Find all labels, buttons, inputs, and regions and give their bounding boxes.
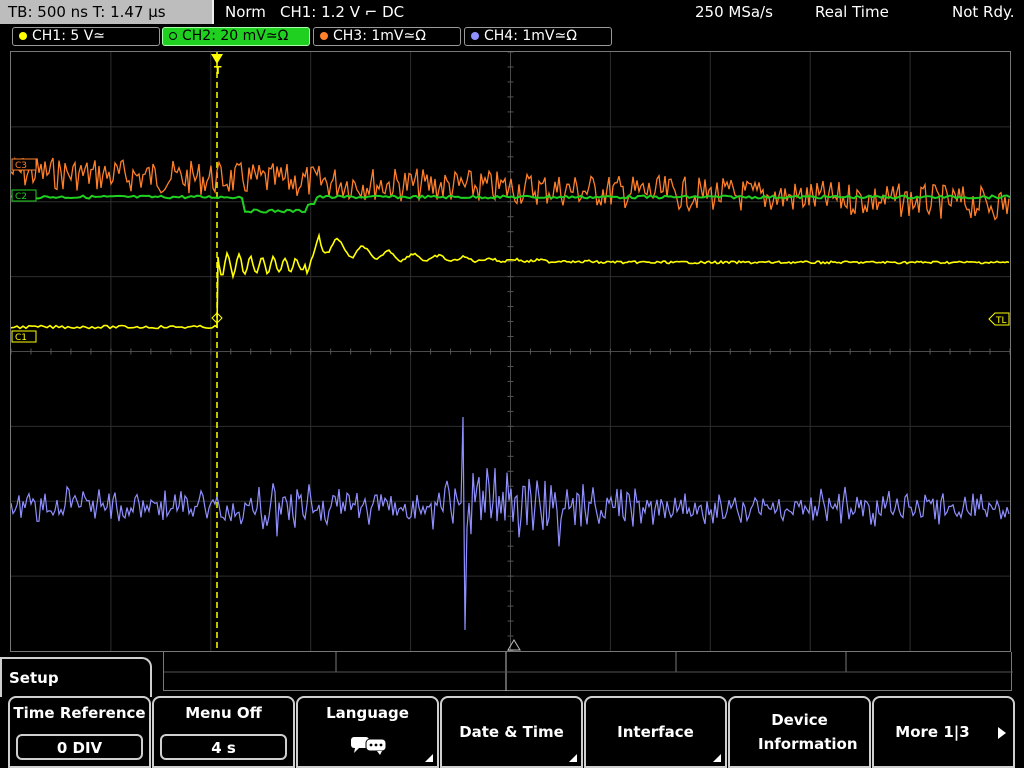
- info-strip: [163, 652, 1013, 691]
- trigger-level-label: TL: [995, 316, 1007, 326]
- ch3-dot-icon: [320, 32, 328, 40]
- next-page-arrow-icon: [998, 727, 1006, 739]
- acquisition-state: Not Rdy.: [952, 3, 1015, 21]
- ch2-offset-marker: C2: [11, 189, 37, 202]
- date-time-softkey[interactable]: Date & Time: [440, 696, 583, 768]
- info-strip-grid: [164, 652, 1013, 691]
- menu-off-value[interactable]: 4 s: [160, 734, 287, 760]
- ch2-offset-label: C2: [15, 192, 27, 202]
- timebase-readout[interactable]: TB: 500 ns T: 1.47 µs: [0, 0, 214, 24]
- menu-title-tab: Setup: [0, 657, 152, 697]
- time-reference-label: Time Reference: [13, 704, 146, 722]
- device-information-softkey[interactable]: Device Information: [728, 696, 871, 768]
- submenu-corner-icon: [713, 754, 721, 762]
- interface-softkey[interactable]: Interface: [584, 696, 727, 768]
- language-icon: [351, 737, 387, 755]
- submenu-corner-icon: [569, 754, 577, 762]
- menu-off-softkey[interactable]: Menu Off 4 s: [152, 696, 295, 768]
- ch3-offset-marker: C3: [11, 158, 37, 171]
- language-label: Language: [326, 704, 409, 722]
- channel-tab-ch1[interactable]: CH1: 5 V≃: [12, 27, 160, 46]
- menu-off-label: Menu Off: [185, 704, 262, 722]
- graticule-grid: [11, 52, 1010, 651]
- trigger-marker-icon: [211, 54, 223, 64]
- trigger-info[interactable]: CH1: 1.2 V ⌐ DC: [280, 0, 404, 24]
- channel-tab-ch4[interactable]: CH4: 1mV≃Ω: [464, 27, 612, 46]
- time-reference-softkey[interactable]: Time Reference 0 DIV: [8, 696, 151, 768]
- trigger-marker-label: T: [214, 64, 222, 77]
- device-information-label: Device Information: [758, 711, 858, 753]
- language-softkey[interactable]: Language: [296, 696, 439, 768]
- ch1-label: CH1: 5 V≃: [32, 28, 106, 44]
- ch1-dot-icon: [19, 32, 27, 40]
- trigger-level-marker: TL: [988, 312, 1010, 326]
- status-bar: TB: 500 ns T: 1.47 µs Norm CH1: 1.2 V ⌐ …: [0, 0, 1024, 24]
- date-time-label: Date & Time: [459, 723, 564, 741]
- ch1-offset-marker: C1: [11, 330, 37, 343]
- time-reference-icon: [507, 639, 521, 651]
- interface-label: Interface: [617, 723, 694, 741]
- channel-tab-ch2[interactable]: CH2: 20 mV≃Ω: [162, 27, 310, 46]
- acquisition-mode: Real Time: [815, 3, 889, 21]
- ch3-label: CH3: 1mV≃Ω: [333, 28, 426, 44]
- trigger-mode[interactable]: Norm: [225, 0, 266, 24]
- more-label: More 1|3: [895, 723, 970, 741]
- ch2-dot-icon: [169, 32, 177, 40]
- ch4-label: CH4: 1mV≃Ω: [484, 28, 577, 44]
- ch3-offset-label: C3: [15, 161, 27, 171]
- ch4-dot-icon: [471, 32, 479, 40]
- waveform-display[interactable]: T C3 C2 C1 TL: [10, 51, 1011, 652]
- channel-tab-ch3[interactable]: CH3: 1mV≃Ω: [313, 27, 461, 46]
- submenu-corner-icon: [425, 754, 433, 762]
- waveform-canvas: T C3 C2 C1 TL: [11, 52, 1010, 651]
- sample-rate: 250 MSa/s: [695, 3, 773, 21]
- more-softkey[interactable]: More 1|3: [872, 696, 1015, 768]
- time-reference-value[interactable]: 0 DIV: [16, 734, 143, 760]
- ch2-label: CH2: 20 mV≃Ω: [182, 28, 289, 44]
- ch1-offset-label: C1: [15, 333, 27, 343]
